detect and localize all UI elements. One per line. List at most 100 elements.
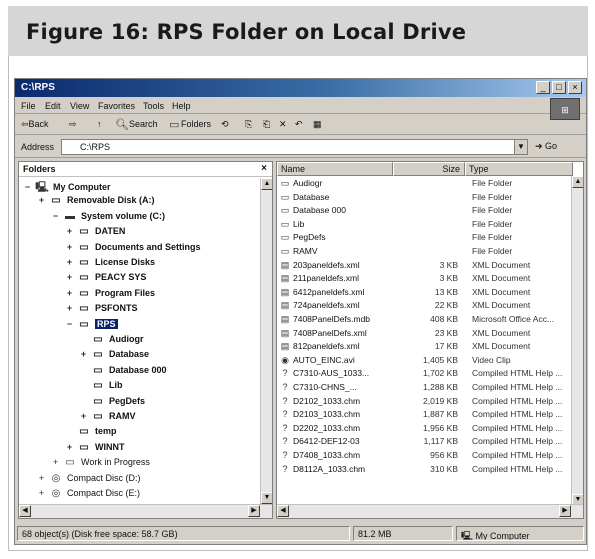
file-row[interactable]: ◉ AUTO_EINC.avi 1,405 KB Video Clip — [277, 354, 573, 367]
tree-item[interactable]: − 🖳 My Computer — [23, 180, 111, 195]
scroll-left-icon[interactable]: ◀ — [19, 505, 31, 517]
file-row[interactable]: ? D6412-DEF12-03 1,117 KB Compiled HTML Hel… — [277, 435, 573, 448]
undo-button[interactable]: ↶ — [295, 119, 303, 130]
tree-item[interactable]: + ◎ Compact Disc (E:) — [37, 488, 140, 503]
title-bar[interactable]: C:\RPS _ □ × — [15, 79, 586, 97]
expand-icon[interactable]: + — [65, 272, 74, 282]
menu-favorites[interactable]: Favorites — [98, 101, 135, 111]
scroll-right-icon[interactable]: ▶ — [248, 505, 260, 517]
views-button[interactable]: ▦ — [313, 119, 322, 130]
scroll-right-icon[interactable]: ▶ — [559, 505, 571, 517]
file-icon: ▭ — [280, 205, 290, 216]
file-row[interactable]: ▤ 724paneldefs.xml 22 KB XML Document — [277, 299, 573, 312]
file-row[interactable]: ? D2103_1033.chm 1,887 KB Compiled HTML Hel… — [277, 408, 573, 421]
tree-item[interactable]: + ▭ Program Files — [65, 288, 155, 303]
minimize-button[interactable]: _ — [536, 81, 550, 94]
file-list-hscrollbar[interactable]: ◀ ▶ — [277, 504, 583, 518]
maximize-button[interactable]: □ — [552, 81, 566, 94]
scroll-up-icon[interactable]: ▲ — [261, 178, 272, 190]
delete-button[interactable]: ✕ — [279, 119, 287, 130]
chevron-down-icon[interactable]: ▼ — [514, 140, 527, 154]
collapse-icon[interactable]: − — [51, 211, 60, 221]
expand-icon[interactable]: + — [65, 288, 74, 298]
tree-item[interactable]: ▭ Lib — [79, 380, 122, 395]
file-row[interactable]: ▭ Database 000 File Folder — [277, 204, 573, 217]
tree-item[interactable]: − ▭ RPS — [65, 318, 118, 334]
tree-item[interactable]: ▭ Database 000 — [79, 365, 166, 380]
column-header-name[interactable]: Name — [277, 162, 393, 176]
file-row[interactable]: ? D2202_1033.chm 1,956 KB Compiled HTML Hel… — [277, 422, 573, 435]
tree-item[interactable]: + ▭ PEACY SYS — [65, 272, 147, 287]
back-button[interactable]: ⇦Back — [21, 119, 49, 130]
expand-icon[interactable]: + — [65, 226, 74, 236]
file-row[interactable]: ▭ RAMV File Folder — [277, 245, 573, 258]
file-row[interactable]: ▤ 203paneldefs.xml 3 KB XML Document — [277, 259, 573, 272]
expand-icon[interactable]: + — [51, 457, 60, 467]
scroll-up-icon[interactable]: ▲ — [572, 176, 583, 188]
go-button[interactable]: ➜ Go — [535, 141, 557, 152]
tree-item[interactable]: + ▭ PSFONTS — [65, 303, 138, 318]
tree-item[interactable]: + ▭ RAMV — [79, 411, 136, 426]
expand-icon[interactable]: + — [37, 195, 46, 205]
tree-item[interactable]: + ▭ DATEN — [65, 226, 125, 241]
column-header-size[interactable]: Size — [393, 162, 465, 176]
folder-tree-hscrollbar[interactable]: ◀ ▶ — [19, 504, 272, 518]
collapse-icon[interactable]: − — [65, 319, 74, 329]
folders-button[interactable]: Folders — [181, 119, 211, 129]
tree-item[interactable]: + ▭ License Disks — [65, 257, 155, 272]
file-name: Lib — [293, 218, 305, 229]
expand-icon[interactable]: + — [65, 303, 74, 313]
file-row[interactable]: ▭ PegDefs File Folder — [277, 231, 573, 244]
tree-item[interactable]: + ▭ Database — [79, 349, 149, 364]
tree-item[interactable]: + ◎ Compact Disc (D:) — [37, 473, 141, 488]
expand-icon[interactable]: + — [37, 488, 46, 498]
tree-item[interactable]: + ▭ WINNT — [65, 442, 125, 457]
tree-item[interactable]: + ▭ Work in Progress — [51, 457, 150, 472]
file-row[interactable]: ▤ 6412paneldefs.xml 13 KB XML Document — [277, 286, 573, 299]
expand-icon[interactable]: + — [79, 411, 88, 421]
tree-item[interactable]: ▭ Audiogr — [79, 334, 143, 349]
expand-icon[interactable]: + — [65, 242, 74, 252]
forward-button[interactable]: ⇨ — [69, 119, 77, 130]
move-to-button[interactable]: ⎘ — [245, 119, 252, 130]
menu-view[interactable]: View — [70, 101, 89, 111]
tree-item[interactable]: + ▭ Removable Disk (A:) — [37, 195, 155, 210]
file-row[interactable]: ▤ 7408PanelDefs.xml 23 KB XML Document — [277, 327, 573, 340]
menu-file[interactable]: File — [21, 101, 36, 111]
menu-tools[interactable]: Tools — [143, 101, 164, 111]
file-row[interactable]: ? D8112A_1033.chm 310 KB Compiled HTML Help… — [277, 463, 573, 476]
file-list-vscrollbar[interactable]: ▲ ▼ — [571, 176, 583, 506]
file-row[interactable]: ▤ 211paneldefs.xml 3 KB XML Document — [277, 272, 573, 285]
close-button[interactable]: × — [568, 81, 582, 94]
expand-icon[interactable]: + — [37, 473, 46, 483]
file-row[interactable]: ? D2102_1033.chm 2,019 KB Compiled HTML Hel… — [277, 395, 573, 408]
file-row[interactable]: ? C7310-CHNS_... 1,288 KB Compiled HTML Hel… — [277, 381, 573, 394]
file-row[interactable]: ▭ Lib File Folder — [277, 218, 573, 231]
scroll-down-icon[interactable]: ▼ — [261, 492, 272, 504]
menu-edit[interactable]: Edit — [45, 101, 61, 111]
file-row[interactable]: ? C7310-AUS_1033... 1,702 KB Compiled HTML … — [277, 367, 573, 380]
search-button[interactable]: Search — [129, 119, 158, 129]
expand-icon[interactable]: + — [65, 257, 74, 267]
menu-help[interactable]: Help — [172, 101, 191, 111]
copy-to-button[interactable]: ⎗ — [263, 119, 270, 130]
file-row[interactable]: ▭ Audiogr File Folder — [277, 177, 573, 190]
expand-icon[interactable]: + — [65, 442, 74, 452]
file-row[interactable]: ▭ Database File Folder — [277, 191, 573, 204]
expand-icon[interactable]: + — [79, 349, 88, 359]
collapse-icon[interactable]: − — [23, 182, 32, 192]
folder-tree-vscrollbar[interactable]: ▲ ▼ — [260, 178, 272, 504]
address-input[interactable]: C:\RPS ▼ — [61, 139, 528, 155]
history-button[interactable]: ⟲ — [221, 119, 229, 130]
close-icon[interactable]: × — [261, 163, 267, 174]
file-row[interactable]: ▤ 7408PanelDefs.mdb 408 KB Microsoft Office… — [277, 313, 573, 326]
up-button[interactable]: ↑ — [97, 119, 102, 129]
tree-item[interactable]: + ▭ Documents and Settings — [65, 242, 201, 257]
tree-item[interactable]: ▭ PegDefs — [79, 396, 145, 411]
file-row[interactable]: ? D7408_1033.chm 956 KB Compiled HTML Help … — [277, 449, 573, 462]
tree-item[interactable]: ▭ temp — [65, 426, 116, 441]
file-row[interactable]: ▤ 812paneldefs.xml 17 KB XML Document — [277, 340, 573, 353]
tree-item[interactable]: − ▬ System volume (C:) — [51, 211, 165, 226]
scroll-left-icon[interactable]: ◀ — [277, 505, 289, 517]
column-header-type[interactable]: Type — [465, 162, 573, 176]
